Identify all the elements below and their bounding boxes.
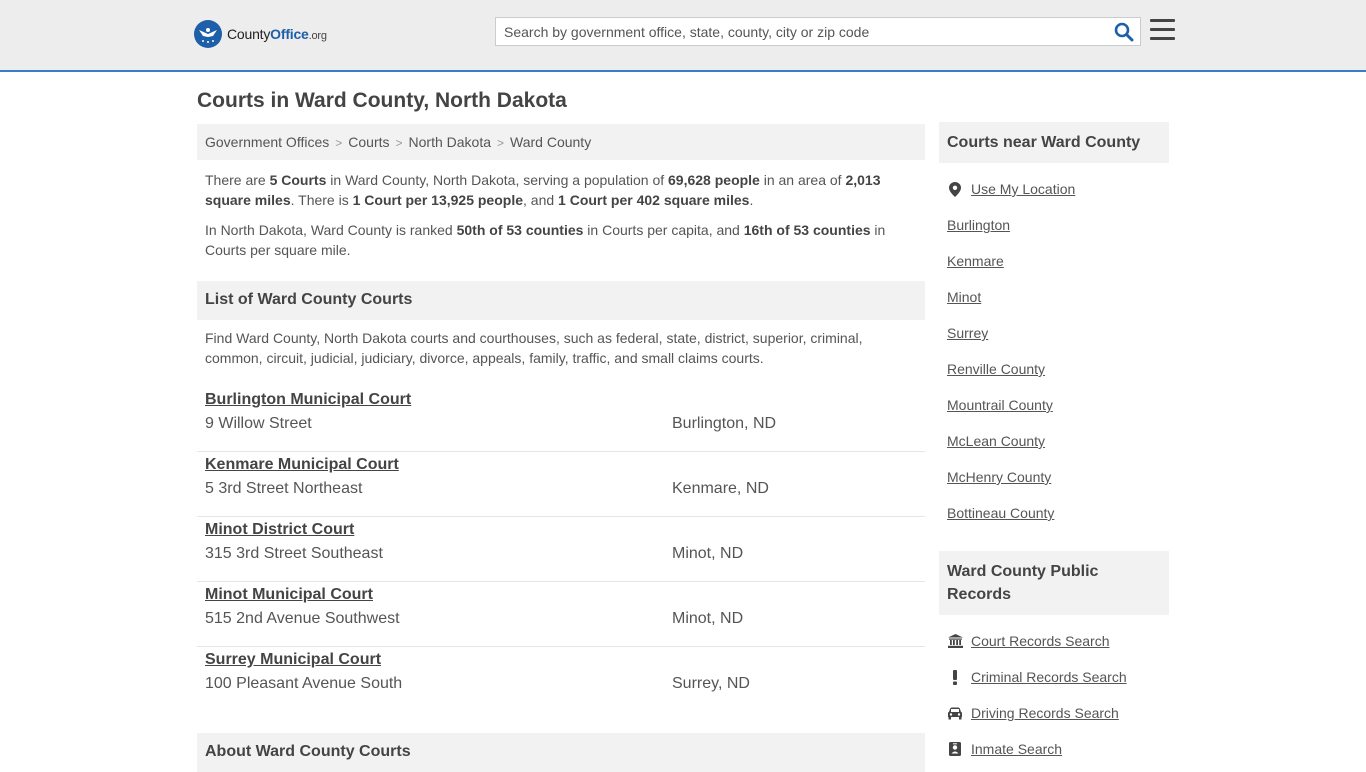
court-name-link[interactable]: Kenmare Municipal Court (205, 456, 399, 474)
nearby-item: Burlington (947, 207, 1161, 243)
records-item: Criminal Records Search (947, 659, 1161, 695)
court-name-link[interactable]: Minot Municipal Court (205, 586, 373, 604)
use-my-location-link[interactable]: Use My Location (971, 181, 1075, 197)
breadcrumb: Government Offices > Courts > North Dakota > W… (197, 124, 925, 160)
car-icon (947, 705, 963, 721)
court-city: Surrey, ND (672, 675, 750, 692)
court-city: Minot, ND (672, 545, 744, 562)
id-badge-icon (947, 741, 963, 757)
nearby-link[interactable]: Mountrail County (947, 397, 1053, 413)
courts-list-description: Find Ward County, North Dakota courts an… (205, 330, 863, 366)
exclamation-icon (947, 669, 963, 685)
search-input[interactable] (496, 18, 1096, 45)
site-header: CountyOffice.org (0, 0, 1366, 72)
court-address: 515 2nd Avenue Southwest (205, 610, 400, 627)
map-marker-icon (947, 181, 963, 197)
logo-text: CountyOffice.org (227, 26, 327, 42)
court-row: Minot District Court 315 3rd Street Sout… (197, 517, 925, 582)
nearby-item: Surrey (947, 315, 1161, 351)
nearby-item: Kenmare (947, 243, 1161, 279)
court-address: 315 3rd Street Southeast (205, 545, 383, 562)
court-city: Kenmare, ND (672, 480, 769, 497)
intro-paragraph-stats: There are 5 Courts in Ward County, North… (205, 172, 881, 208)
court-name-link[interactable]: Minot District Court (205, 521, 354, 539)
public-records-heading: Ward County Public Records (939, 551, 1169, 615)
breadcrumb-government-offices[interactable]: Government Offices (205, 134, 329, 150)
court-city: Minot, ND (672, 610, 744, 627)
nearby-item: Mountrail County (947, 387, 1161, 423)
records-item: Court Records Search (947, 623, 1161, 659)
nearby-link[interactable]: Minot (947, 289, 981, 305)
records-item: Driving Records Search (947, 695, 1161, 731)
public-records-list: Court Records Search Criminal Records Se… (939, 615, 1169, 767)
court-address: 5 3rd Street Northeast (205, 480, 363, 497)
search-button[interactable] (1114, 22, 1134, 42)
court-city: Burlington, ND (672, 415, 777, 432)
nearby-item: Renville County (947, 351, 1161, 387)
courthouse-icon (947, 633, 963, 649)
nearby-link[interactable]: McLean County (947, 433, 1045, 449)
main-content: Government Offices > Courts > North Dakota > W… (197, 124, 925, 712)
records-item: Inmate Search (947, 731, 1161, 767)
chevron-right-icon: > (395, 136, 403, 150)
logo-tld: .org (308, 30, 327, 42)
court-name-link[interactable]: Surrey Municipal Court (205, 651, 381, 669)
intro-text: There are 5 Courts in Ward County, North… (197, 170, 925, 260)
nearby-courts-heading: Courts near Ward County (939, 122, 1169, 163)
court-name-link[interactable]: Burlington Municipal Court (205, 391, 411, 409)
court-address: 100 Pleasant Avenue South (205, 675, 403, 692)
nearby-item: McLean County (947, 423, 1161, 459)
about-courts-heading: About Ward County Courts (197, 733, 925, 772)
sidebar: Courts near Ward County Use My Location … (939, 122, 1169, 767)
chevron-right-icon: > (335, 136, 343, 150)
chevron-right-icon: > (497, 136, 505, 150)
breadcrumb-courts[interactable]: Courts (348, 134, 389, 150)
nearby-link[interactable]: Bottineau County (947, 505, 1054, 521)
nearby-item: Bottineau County (947, 495, 1161, 531)
court-row: Minot Municipal Court 515 2nd Avenue Sou… (197, 582, 925, 647)
nearby-item: Minot (947, 279, 1161, 315)
intro-paragraph-ranking: In North Dakota, Ward County is ranked 5… (205, 222, 886, 258)
site-logo[interactable]: CountyOffice.org (194, 20, 327, 48)
nearby-courts-list: Use My Location Burlington Kenmare Minot… (939, 163, 1169, 531)
nearby-link[interactable]: Kenmare (947, 253, 1004, 269)
search-box (495, 17, 1141, 46)
court-row: Burlington Municipal Court 9 Willow Stre… (197, 387, 925, 452)
nearby-item: McHenry County (947, 459, 1161, 495)
breadcrumb-ward-county[interactable]: Ward County (510, 134, 591, 150)
driving-records-search-link[interactable]: Driving Records Search (971, 705, 1119, 721)
logo-brand-bold: Office (270, 26, 309, 42)
courts-list-heading: List of Ward County Courts (197, 281, 925, 320)
eagle-seal-icon (194, 20, 222, 48)
inmate-search-link[interactable]: Inmate Search (971, 741, 1062, 757)
court-address: 9 Willow Street (205, 415, 312, 432)
use-location-item: Use My Location (947, 171, 1161, 207)
nearby-link[interactable]: McHenry County (947, 469, 1051, 485)
search-icon (1114, 22, 1134, 42)
page-title: Courts in Ward County, North Dakota (197, 89, 567, 112)
breadcrumb-north-dakota[interactable]: North Dakota (409, 134, 491, 150)
criminal-records-search-link[interactable]: Criminal Records Search (971, 669, 1127, 685)
nearby-link[interactable]: Surrey (947, 325, 988, 341)
court-row: Surrey Municipal Court 100 Pleasant Aven… (197, 647, 925, 712)
logo-brand: County (227, 26, 271, 42)
court-records-search-link[interactable]: Court Records Search (971, 633, 1110, 649)
nearby-link[interactable]: Renville County (947, 361, 1045, 377)
court-row: Kenmare Municipal Court 5 3rd Street Nor… (197, 452, 925, 517)
court-list: Burlington Municipal Court 9 Willow Stre… (197, 387, 925, 712)
nearby-link[interactable]: Burlington (947, 217, 1010, 233)
hamburger-menu-icon[interactable] (1150, 19, 1175, 41)
